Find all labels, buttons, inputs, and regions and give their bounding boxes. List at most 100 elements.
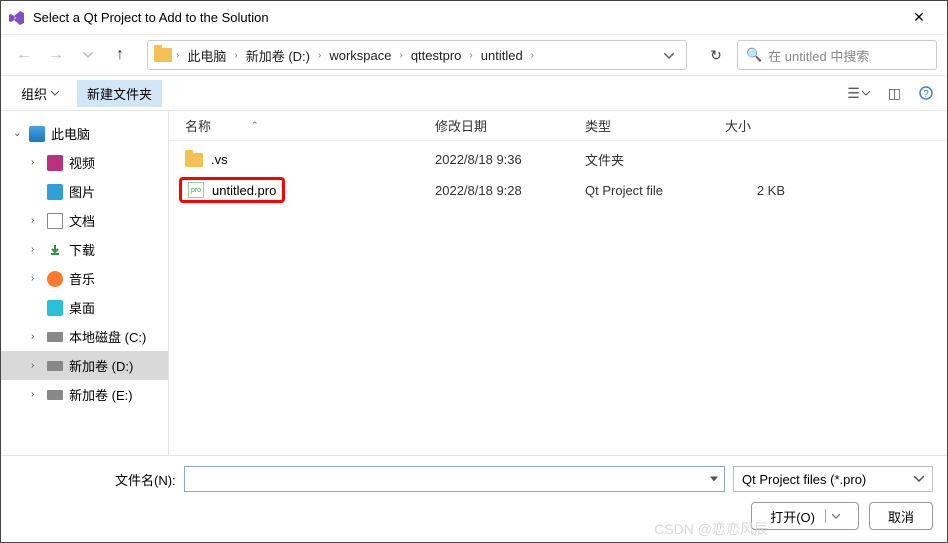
- refresh-button[interactable]: ↻: [701, 47, 731, 64]
- address-dropdown[interactable]: [658, 46, 680, 64]
- breadcrumb[interactable]: workspace: [325, 46, 395, 65]
- titlebar: Select a Qt Project to Add to the Soluti…: [1, 1, 947, 35]
- sidebar: ⌄ 此电脑 ›视频 图片 ›文档 ›下载 ›音乐 桌面 ›本地磁盘 (C:) ›…: [1, 111, 169, 455]
- new-folder-button[interactable]: 新建文件夹: [77, 80, 162, 107]
- dialog-body: ⌄ 此电脑 ›视频 图片 ›文档 ›下载 ›音乐 桌面 ›本地磁盘 (C:) ›…: [1, 111, 947, 455]
- chevron-right-icon: ›: [31, 157, 41, 168]
- sidebar-item-disk-e[interactable]: › 新加卷 (E:): [1, 380, 168, 409]
- file-size: 2 KB: [725, 183, 825, 198]
- preview-pane-button[interactable]: ◫: [884, 83, 905, 104]
- chevron-right-icon: ›: [234, 50, 237, 61]
- filename-input[interactable]: [184, 466, 725, 492]
- file-type: 文件夹: [585, 150, 725, 169]
- cancel-button[interactable]: 取消: [869, 502, 933, 530]
- chevron-right-icon: ›: [31, 244, 41, 255]
- dialog-title: Select a Qt Project to Add to the Soluti…: [33, 10, 899, 25]
- music-icon: [47, 271, 63, 287]
- toolbar-right: ☰ ◫ ?: [843, 83, 937, 104]
- disk-icon: [47, 390, 63, 400]
- filename-label: 文件名(N):: [15, 470, 176, 489]
- disk-icon: [47, 332, 63, 342]
- sort-indicator-icon: ⌃: [251, 120, 259, 131]
- recent-dropdown[interactable]: [75, 42, 101, 68]
- sidebar-item-label: 视频: [69, 153, 95, 172]
- file-name: untitled.pro: [212, 183, 276, 198]
- help-button[interactable]: ?: [915, 84, 937, 102]
- breadcrumb[interactable]: 新加卷 (D:): [242, 44, 314, 67]
- file-date: 2022/8/18 9:28: [435, 183, 585, 198]
- folder-icon: [185, 153, 203, 167]
- filetype-filter[interactable]: Qt Project files (*.pro): [733, 466, 933, 492]
- sidebar-item-label: 图片: [69, 182, 95, 201]
- column-headers: 名称⌃ 修改日期 类型 大小: [169, 111, 947, 141]
- sidebar-item-label: 文档: [69, 211, 95, 230]
- sidebar-root-pc[interactable]: ⌄ 此电脑: [1, 119, 168, 148]
- column-type[interactable]: 类型: [585, 116, 725, 135]
- video-icon: [47, 155, 63, 171]
- navbar: ← → ↑ › 此电脑 › 新加卷 (D:) › workspace › qtt…: [1, 35, 947, 75]
- chevron-right-icon: ›: [399, 50, 402, 61]
- chevron-right-icon: ›: [531, 50, 534, 61]
- forward-button[interactable]: →: [43, 42, 69, 68]
- file-name: .vs: [211, 152, 228, 167]
- folder-icon: [154, 48, 172, 62]
- chevron-right-icon: ›: [31, 389, 41, 400]
- sidebar-item-label: 本地磁盘 (C:): [69, 327, 146, 346]
- desktop-icon: [47, 300, 63, 316]
- search-icon: 🔍: [746, 47, 762, 63]
- disk-icon: [47, 361, 63, 371]
- sidebar-item-label: 下载: [69, 240, 95, 259]
- chevron-right-icon: ›: [31, 273, 41, 284]
- list-item[interactable]: .vs 2022/8/18 9:36 文件夹: [169, 145, 947, 174]
- sidebar-item-pictures[interactable]: 图片: [1, 177, 168, 206]
- file-type: Qt Project file: [585, 183, 725, 198]
- breadcrumb[interactable]: untitled: [477, 46, 527, 65]
- breadcrumb[interactable]: qttestpro: [407, 46, 466, 65]
- breadcrumb[interactable]: 此电脑: [183, 44, 230, 67]
- filename-row: 文件名(N): Qt Project files (*.pro): [15, 466, 933, 492]
- chevron-right-icon: ›: [31, 215, 41, 226]
- up-button[interactable]: ↑: [107, 42, 133, 68]
- sidebar-item-desktop[interactable]: 桌面: [1, 293, 168, 322]
- download-icon: [47, 242, 63, 258]
- address-bar[interactable]: › 此电脑 › 新加卷 (D:) › workspace › qttestpro…: [147, 40, 687, 70]
- open-button[interactable]: 打开(O): [751, 502, 859, 530]
- file-dialog: Select a Qt Project to Add to the Soluti…: [0, 0, 948, 543]
- chevron-right-icon: ›: [318, 50, 321, 61]
- chevron-right-icon: ›: [469, 50, 472, 61]
- sidebar-item-label: 新加卷 (D:): [69, 356, 133, 375]
- sidebar-item-downloads[interactable]: › 下载: [1, 235, 168, 264]
- back-button[interactable]: ←: [11, 42, 37, 68]
- sidebar-item-video[interactable]: › 视频: [1, 148, 168, 177]
- pc-icon: [29, 126, 45, 142]
- dialog-footer: 文件名(N): Qt Project files (*.pro) 打开(O) 取…: [1, 455, 947, 542]
- svg-text:?: ?: [923, 89, 929, 100]
- sidebar-item-disk-d[interactable]: › 新加卷 (D:): [1, 351, 168, 380]
- column-name[interactable]: 名称⌃: [185, 116, 435, 135]
- sidebar-item-disk-c[interactable]: ›本地磁盘 (C:): [1, 322, 168, 351]
- search-input[interactable]: 🔍 在 untitled 中搜索: [737, 40, 937, 70]
- chevron-right-icon: ›: [31, 360, 41, 371]
- button-row: 打开(O) 取消: [15, 502, 933, 530]
- sidebar-item-label: 新加卷 (E:): [69, 385, 133, 404]
- search-placeholder: 在 untitled 中搜索: [768, 46, 869, 65]
- chevron-right-icon: ›: [176, 50, 179, 61]
- list-item[interactable]: prountitled.pro 2022/8/18 9:28 Qt Projec…: [169, 174, 947, 206]
- view-mode-button[interactable]: ☰: [843, 83, 874, 104]
- sidebar-item-label: 音乐: [69, 269, 95, 288]
- column-size[interactable]: 大小: [725, 116, 825, 135]
- toolbar: 组织 新建文件夹 ☰ ◫ ?: [1, 75, 947, 111]
- file-pane: 名称⌃ 修改日期 类型 大小 .vs 2022/8/18 9:36 文件夹 pr…: [169, 111, 947, 455]
- organize-button[interactable]: 组织: [11, 80, 69, 107]
- pictures-icon: [47, 184, 63, 200]
- column-date[interactable]: 修改日期: [435, 116, 585, 135]
- close-button[interactable]: ✕: [899, 9, 939, 26]
- sidebar-item-label: 此电脑: [51, 124, 90, 143]
- sidebar-item-music[interactable]: › 音乐: [1, 264, 168, 293]
- file-list: .vs 2022/8/18 9:36 文件夹 prountitled.pro 2…: [169, 141, 947, 455]
- sidebar-item-documents[interactable]: › 文档: [1, 206, 168, 235]
- chevron-down-icon: ⌄: [13, 128, 23, 139]
- highlight-annotation: prountitled.pro: [179, 177, 285, 203]
- documents-icon: [47, 213, 63, 229]
- vs-icon: [9, 10, 25, 26]
